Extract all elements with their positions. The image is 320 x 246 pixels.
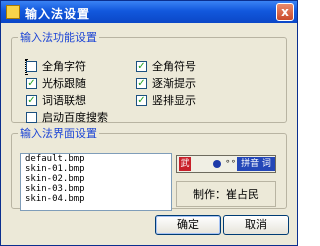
list-item[interactable]: skin-04.bmp xyxy=(21,194,171,204)
preview-mode-label: 拼音 词 xyxy=(237,157,275,171)
close-button[interactable]: x xyxy=(276,3,294,21)
checkbox-box[interactable]: ✓ xyxy=(26,95,37,106)
checkbox-box[interactable]: ✓ xyxy=(136,78,147,89)
checkbox-box[interactable]: ✓ xyxy=(136,95,147,106)
skin-list[interactable]: default.bmp skin-01.bmp skin-02.bmp skin… xyxy=(20,153,172,211)
author-label: 制作：崔占民 xyxy=(176,181,276,207)
list-item[interactable]: skin-02.bmp xyxy=(21,174,171,184)
interface-settings-group: 输入法界面设置 default.bmp skin-01.bmp skin-02.… xyxy=(11,125,287,211)
app-icon xyxy=(6,5,20,19)
ok-button[interactable]: 确定 xyxy=(155,215,221,235)
window-title: 输入法设置 xyxy=(25,7,91,21)
function-settings-group: 输入法功能设置 全角字符 ✓ 全角符号 ✓ 光标跟随 ✓ 逐渐提示 ✓ 词语联想… xyxy=(11,29,287,124)
preview-dots: ∘∘ xyxy=(225,157,237,167)
checkbox-label: 全角字符 xyxy=(42,60,86,73)
list-item[interactable]: skin-03.bmp xyxy=(21,184,171,194)
list-item[interactable]: skin-01.bmp xyxy=(21,164,171,174)
skin-preview: 武 ∘∘ 拼音 词 xyxy=(176,155,276,173)
preview-dot-icon xyxy=(213,160,221,168)
interface-settings-legend: 输入法界面设置 xyxy=(20,127,97,140)
checkbox-label: 词语联想 xyxy=(42,94,86,107)
settings-dialog: 输入法设置 x 输入法功能设置 全角字符 ✓ 全角符号 ✓ 光标跟随 ✓ 逐渐提… xyxy=(0,0,298,246)
checkbox-label: 竖排显示 xyxy=(152,94,196,107)
preview-logo-icon: 武 xyxy=(179,157,191,171)
checkbox-box[interactable] xyxy=(26,112,37,123)
function-settings-legend: 输入法功能设置 xyxy=(20,31,97,44)
checkbox-label: 全角符号 xyxy=(152,60,196,73)
checkbox-box[interactable]: ✓ xyxy=(26,78,37,89)
cancel-button[interactable]: 取消 xyxy=(223,215,289,235)
checkbox-box[interactable]: ✓ xyxy=(136,61,147,72)
checkbox-box[interactable] xyxy=(26,61,37,72)
checkbox-label: 逐渐提示 xyxy=(152,77,196,90)
checkbox-label: 光标跟随 xyxy=(42,77,86,90)
title-bar: 输入法设置 x xyxy=(1,1,297,23)
checkbox-label: 启动百度搜索 xyxy=(42,111,108,124)
list-item[interactable]: default.bmp xyxy=(21,154,171,164)
